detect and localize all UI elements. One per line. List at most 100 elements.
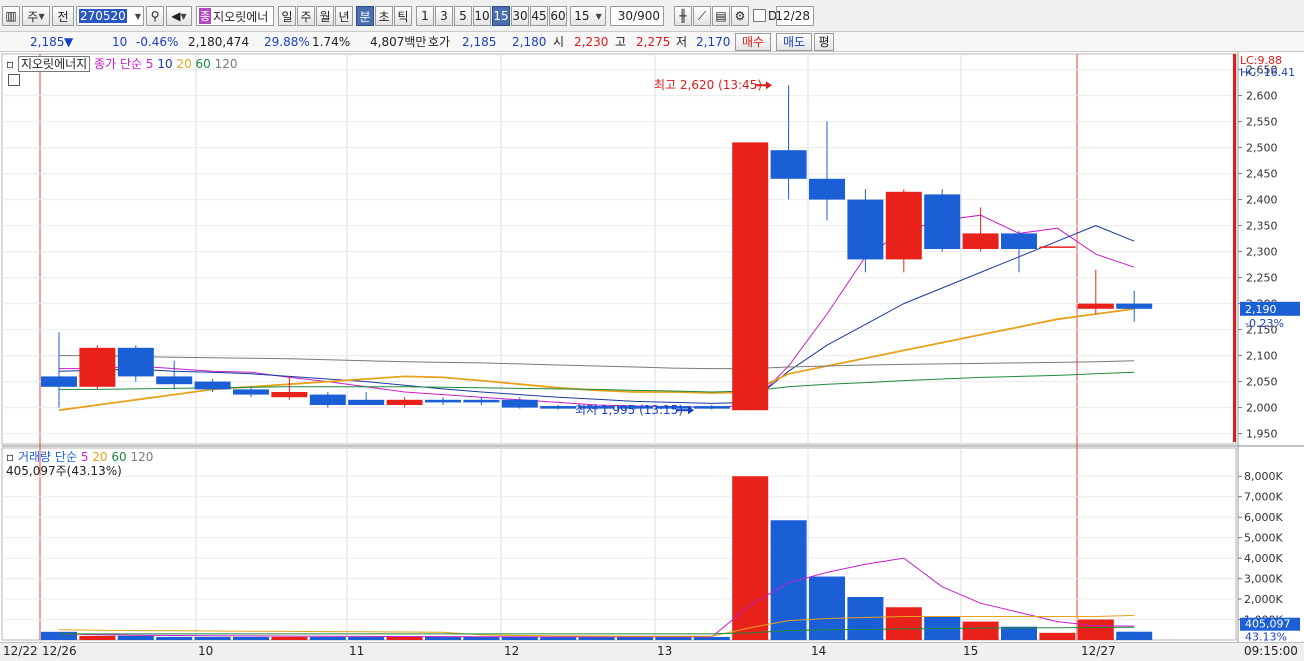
- volume-y-tick-label: 2,000K: [1244, 593, 1283, 606]
- ratio-value: 1.74%: [312, 35, 351, 49]
- current-price: 2,185: [30, 35, 65, 49]
- interval-15-button[interactable]: 15: [492, 6, 510, 26]
- legend-ma-label: 종가 단순: [94, 57, 143, 71]
- volume-y-tick-label: 6,000K: [1244, 511, 1283, 524]
- sell-button[interactable]: 매도: [776, 33, 812, 51]
- chart-toolbar: ▥ 주 ▼ 전 270520 ▼ ⚲ ◀ ▼ 종 지오릿에너 일 주 월 년 분 초 틱…: [0, 0, 1304, 32]
- volume-bar: [309, 636, 346, 640]
- x-axis-label: 14: [811, 644, 827, 658]
- buy-button[interactable]: 매수: [735, 33, 771, 51]
- period-week-button[interactable]: 주: [297, 6, 315, 26]
- volume-current-value: 405,097주(43.13%): [6, 464, 122, 478]
- interval-10-button[interactable]: 10: [473, 6, 491, 26]
- period-minute-button[interactable]: 분: [356, 6, 374, 26]
- limit-range-bar: [1233, 54, 1236, 442]
- volume-bar: [156, 636, 193, 640]
- data-count-input[interactable]: 30/900: [610, 6, 664, 26]
- candle-body: [501, 399, 538, 408]
- candle-body: [924, 194, 961, 249]
- legend-stock-name: 지오릿에너지: [17, 56, 91, 72]
- x-axis-label: 15: [963, 644, 979, 658]
- volume-bar: [1116, 631, 1153, 640]
- y-axis-tick-label: 1,950: [1246, 428, 1278, 441]
- chevron-down-icon: ▼: [595, 11, 602, 21]
- volume-legend-ma-120: 120: [130, 450, 154, 464]
- date-checkbox[interactable]: [753, 9, 766, 22]
- volume-bar: [425, 636, 461, 640]
- legend-bullet-icon: ▫: [6, 57, 15, 71]
- period-year-button[interactable]: 년: [335, 6, 353, 26]
- current-price-percent-label: -0.23%: [1245, 317, 1284, 330]
- volume-bar: [962, 621, 999, 640]
- y-axis-tick-label: 2,100: [1246, 350, 1278, 363]
- candle-body: [693, 406, 730, 409]
- interval-1-button[interactable]: 1: [416, 6, 434, 26]
- period-month-button[interactable]: 월: [316, 6, 334, 26]
- period-day-button[interactable]: 일: [278, 6, 296, 26]
- candle-body: [809, 178, 845, 200]
- legend-ma-10: 10: [157, 57, 173, 71]
- open-label: 시: [553, 35, 565, 49]
- candle-body: [1001, 233, 1037, 249]
- stock-code-input[interactable]: 270520 ▼: [76, 6, 144, 26]
- chevron-down-icon: ▼: [38, 11, 45, 21]
- audio-icon[interactable]: ◀ ▼: [166, 6, 192, 26]
- interval-select-value: 15: [574, 9, 590, 23]
- volume-y-tick-label: 8,000K: [1244, 470, 1283, 483]
- save-icon[interactable]: ▤: [712, 6, 730, 26]
- volume-value: 2,180,474: [188, 35, 250, 49]
- ask-price: 2,185: [462, 35, 497, 49]
- trade-amount: 4,807백만: [370, 35, 427, 49]
- x-axis-label: 11: [349, 644, 365, 658]
- gear-icon[interactable]: ⚙: [731, 6, 749, 26]
- x-axis-label: 12/22: [3, 644, 38, 658]
- y-axis-tick-label: 2,050: [1246, 376, 1278, 389]
- legend-ma-5: 5: [145, 57, 154, 71]
- volume-bar: [117, 635, 154, 640]
- market-select[interactable]: 주 ▼: [22, 6, 50, 26]
- search-icon[interactable]: ⚲: [146, 6, 164, 26]
- stock-name-field[interactable]: 종 지오릿에너: [196, 6, 274, 26]
- high-label: 고: [615, 35, 627, 49]
- candle-body: [962, 233, 999, 249]
- interval-60-button[interactable]: 60: [549, 6, 567, 26]
- interval-45-button[interactable]: 45: [530, 6, 548, 26]
- volume-bar: [271, 636, 308, 640]
- volume-y-tick-label: 7,000K: [1244, 491, 1283, 504]
- chart-menu-icon[interactable]: ▥: [2, 6, 20, 26]
- volume-y-tick-label: 4,000K: [1244, 552, 1283, 565]
- candle-body: [156, 376, 193, 385]
- interval-select[interactable]: 15 ▼: [570, 6, 606, 26]
- candle-type-icon[interactable]: ╫: [674, 6, 692, 26]
- interval-30-button[interactable]: 30: [511, 6, 529, 26]
- quote-bar: 2,185 ▼ 10 -0.46% 2,180,474 29.88% 1.74%…: [0, 32, 1304, 52]
- volume-bar: [348, 636, 385, 640]
- all-market-button[interactable]: 전: [52, 6, 74, 26]
- x-axis-label: 13: [657, 644, 673, 658]
- period-second-button[interactable]: 초: [375, 6, 393, 26]
- x-axis-label: 12/26: [42, 644, 77, 658]
- interval-5-button[interactable]: 5: [454, 6, 472, 26]
- volume-bar: [463, 636, 500, 640]
- stock-code-value: 270520: [79, 9, 127, 23]
- date-input[interactable]: 12/28: [776, 6, 814, 26]
- candle-body: [885, 191, 922, 260]
- interval-3-button[interactable]: 3: [435, 6, 453, 26]
- price-legend: ▫ 지오릿에너지 종가 단순 5 10 20 60 120: [6, 55, 238, 72]
- evaluate-button[interactable]: 평: [814, 33, 834, 51]
- line-tool-icon[interactable]: ⟋: [693, 6, 711, 26]
- market-label: 주: [27, 9, 39, 24]
- volume-bar: [1039, 632, 1076, 640]
- current-price-tag-label: 2,190: [1245, 303, 1277, 316]
- chevron-down-icon: ▼: [134, 11, 141, 21]
- x-axis-label: 12: [504, 644, 520, 658]
- current-volume-tag-label: 405,097: [1245, 618, 1291, 631]
- y-axis-tick-label: 2,600: [1246, 90, 1278, 103]
- candle-body: [233, 389, 269, 395]
- data-table-icon[interactable]: [8, 74, 20, 86]
- candle-body: [463, 399, 500, 403]
- period-tick-button[interactable]: 틱: [394, 6, 412, 26]
- volume-bar: [41, 631, 77, 640]
- price-volume-chart[interactable]: 1,9502,0002,0502,1002,1502,2002,2502,300…: [0, 52, 1304, 642]
- chart-area: 1,9502,0002,0502,1002,1502,2002,2502,300…: [0, 52, 1304, 642]
